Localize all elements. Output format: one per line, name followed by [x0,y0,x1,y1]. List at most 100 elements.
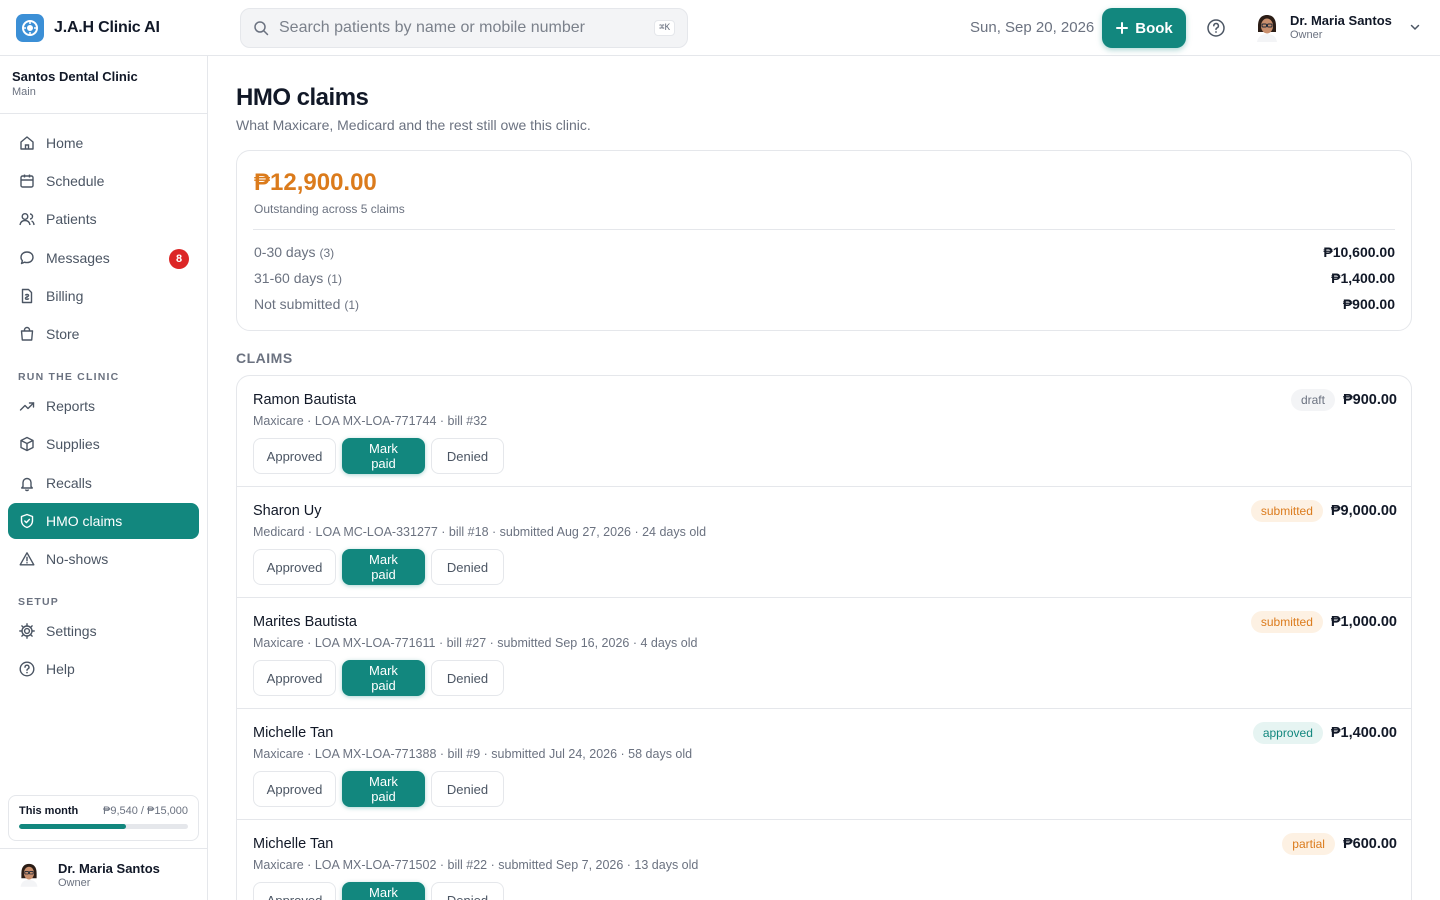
sidebar-item-settings[interactable]: Settings [8,613,199,649]
claim-meta: Maxicare · LOA MX-LOA-771611 · bill #27 … [253,636,698,650]
clinic-branch: Main [12,86,36,98]
sidebar-item-hmo-claims[interactable]: HMO claims [8,502,199,539]
mark-paid-button[interactable]: Mark paid [342,882,425,900]
search-shortcut: ⌘K [654,20,675,36]
claim-meta: Maxicare · LOA MX-LOA-771388 · bill #9 ·… [253,747,693,761]
denied-button[interactable]: Denied [431,438,504,474]
sidebar-item-help[interactable]: Help [8,651,199,687]
home-icon [18,134,36,152]
claim-meta: Maxicare · LOA MX-LOA-771502 · bill #22 … [253,858,699,872]
outstanding-total: ₱12,900.00 [254,169,377,196]
mark-paid-button[interactable]: Mark paid [342,438,425,474]
sidebar-item-label: Store [46,325,80,342]
approved-button[interactable]: Approved [253,438,336,474]
month-label: This month [19,805,79,817]
page-title: HMO claims [236,84,369,111]
status-badge: approved [1252,722,1323,744]
claim-amount: ₱1,400.00 [1330,725,1397,741]
divider [253,229,1395,230]
book-button-label: Book [1135,19,1173,37]
top-bar: J.A.H Clinic AI ⌘K Sun, Sep 20, 2026 Boo… [0,0,1440,56]
sidebar-item-label: Settings [46,623,97,640]
status-badge: submitted [1250,611,1323,633]
claim-row: Ramon Bautista Maxicare · LOA MX-LOA-771… [237,376,1411,487]
claim-amount: ₱600.00 [1342,836,1397,852]
month-progress-fill [19,824,127,829]
bucket-count: (1) [327,272,342,286]
search-input[interactable] [279,19,655,37]
aging-bucket-row: 31-60 days (1) ₱1,400.00 [254,268,1395,288]
help-icon [18,660,36,678]
claim-amount: ₱1,000.00 [1330,614,1397,630]
approved-button[interactable]: Approved [253,771,336,807]
message-icon [18,249,36,267]
page-subtitle: What Maxicare, Medicard and the rest sti… [236,117,591,133]
box-icon [18,435,36,453]
sidebar-item-messages[interactable]: Messages 8 [8,240,199,276]
avatar [1254,12,1280,42]
sidebar-user-role: Owner [58,876,91,889]
search-bar[interactable]: ⌘K [240,8,688,48]
sidebar-item-supplies[interactable]: Supplies [8,426,199,462]
sidebar-item-schedule[interactable]: Schedule [8,163,199,199]
bucket-label: 0-30 days [254,244,316,260]
unread-count-badge: 8 [169,248,189,269]
clinic-switcher[interactable]: Santos Dental Clinic Main [0,56,207,114]
app-name: J.A.H Clinic AI [54,19,160,36]
approved-button[interactable]: Approved [253,549,336,585]
mark-paid-button[interactable]: Mark paid [342,549,425,585]
avatar [18,860,44,890]
users-icon [18,210,36,228]
mark-paid-button[interactable]: Mark paid [342,660,425,696]
sidebar-item-label: Home [46,135,84,151]
sidebar-item-label: Billing [46,287,84,304]
sidebar-nav: Home Schedule Patients Messages 8 Billin… [0,114,207,687]
month-value: ₱9,540 / ₱15,000 [102,805,188,817]
sidebar-item-billing[interactable]: Billing [8,278,199,314]
sidebar-item-patients[interactable]: Patients [8,201,199,237]
outstanding-caption: Outstanding across 5 claims [254,202,405,216]
sidebar-item-recalls[interactable]: Recalls [8,465,199,501]
aging-bucket-row: Not submitted (1) ₱900.00 [254,294,1395,314]
aging-bucket-row: 0-30 days (3) ₱10,600.00 [254,242,1395,262]
bucket-amount: ₱1,400.00 [1331,270,1395,286]
sidebar: Santos Dental Clinic Main Home Schedule … [0,56,208,900]
claims-section-label: CLAIMS [236,350,293,366]
sidebar-item-reports[interactable]: Reports [8,388,199,424]
bucket-count: (1) [344,298,360,312]
sidebar-item-label: No-shows [46,550,109,567]
denied-button[interactable]: Denied [431,660,504,696]
bucket-amount: ₱900.00 [1342,296,1395,312]
approved-button[interactable]: Approved [253,882,336,900]
billing-icon [18,287,36,305]
claim-row: Michelle Tan Maxicare · LOA MX-LOA-77150… [237,820,1411,900]
app-logo-icon [16,14,44,42]
bag-icon [18,325,36,343]
denied-button[interactable]: Denied [431,549,504,585]
sidebar-item-no-shows[interactable]: No-shows [8,541,199,577]
sidebar-user[interactable]: Dr. Maria Santos Owner [0,848,207,900]
claim-meta: Medicard · LOA MC-LOA-331277 · bill #18 … [253,525,707,539]
warning-icon [18,550,36,568]
shield-icon [18,512,36,530]
sidebar-item-store[interactable]: Store [8,316,199,352]
denied-button[interactable]: Denied [431,771,504,807]
sidebar-item-home[interactable]: Home [8,125,199,161]
user-menu[interactable]: Dr. Maria Santos Owner [1254,12,1422,42]
trend-icon [18,397,36,415]
sidebar-item-label: Schedule [46,173,105,190]
book-button[interactable]: Book [1102,8,1186,48]
claim-amount: ₱9,000.00 [1330,503,1397,519]
clinic-name: Santos Dental Clinic [12,69,138,84]
plus-icon [1115,21,1129,35]
current-date: Sun, Sep 20, 2026 [970,19,1095,36]
bucket-label: 31-60 days [254,270,324,286]
denied-button[interactable]: Denied [431,882,504,900]
brand[interactable]: J.A.H Clinic AI [16,14,160,42]
sidebar-item-label: Help [46,661,75,678]
approved-button[interactable]: Approved [253,660,336,696]
help-icon[interactable] [1206,18,1226,38]
mark-paid-button[interactable]: Mark paid [342,771,425,807]
sidebar-section-run: RUN THE CLINIC [18,371,120,384]
monthly-target-card: This month ₱9,540 / ₱15,000 [8,795,199,841]
